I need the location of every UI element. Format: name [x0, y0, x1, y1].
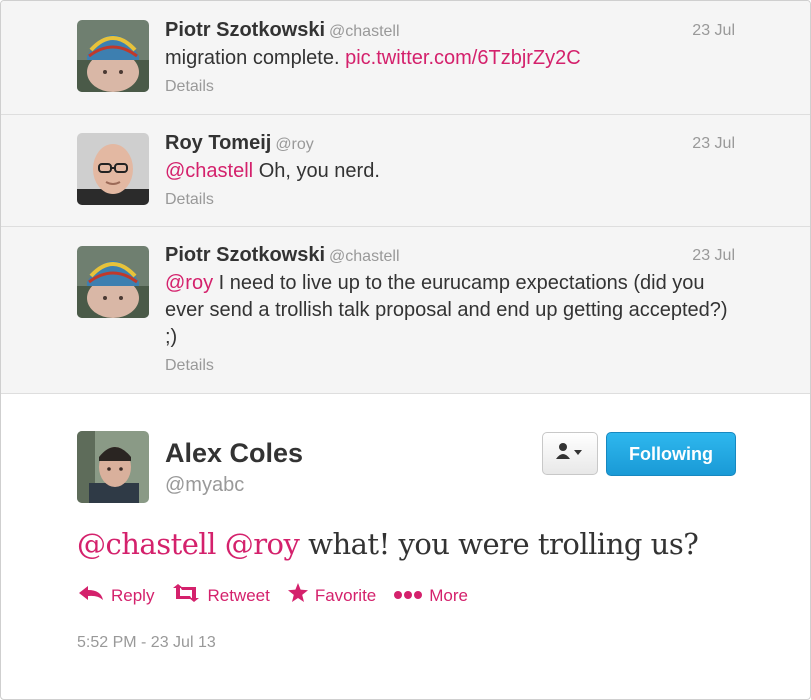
tweet-text: @roy I need to live up to the eurucamp e… [165, 270, 740, 351]
tweet-item[interactable]: Roy Tomeij @roy 23 Jul @chastell Oh, you … [1, 115, 810, 227]
mention-link[interactable]: @chastell [77, 527, 216, 561]
tweet-author[interactable]: Roy Tomeij @roy [165, 132, 314, 155]
tweet-body: migration complete. [165, 47, 340, 69]
author-handle[interactable]: @roy [275, 136, 313, 153]
conversation-panel: Piotr Szotkowski @chastell 23 Jul migrati… [0, 0, 811, 700]
details-link[interactable]: Details [165, 78, 214, 96]
user-menu-icon [555, 442, 585, 465]
main-author-handle[interactable]: @myabc [165, 474, 244, 497]
retweet-button[interactable]: Retweet [171, 584, 270, 607]
retweet-icon [171, 584, 207, 607]
details-link[interactable]: Details [165, 357, 214, 375]
tweet-author[interactable]: Piotr Szotkowski @chastell [165, 19, 400, 42]
main-tweet-text: @chastell @roy what! you were trolling u… [77, 527, 699, 561]
tweet-date[interactable]: 23 Jul [692, 247, 735, 265]
tweet-text: migration complete. pic.twitter.com/6Tzb… [165, 45, 740, 72]
reply-label: Reply [111, 585, 155, 605]
tweet-date[interactable]: 23 Jul [692, 22, 735, 40]
following-button[interactable]: Following [606, 432, 736, 476]
favorite-label: Favorite [314, 585, 377, 605]
tweet-timestamp[interactable]: 5:52 PM - 23 Jul 13 [77, 634, 216, 652]
tweet-actions: Reply Retweet Favorite More [77, 583, 485, 608]
tweet-author[interactable]: Piotr Szotkowski @chastell [165, 244, 400, 267]
tweet-text: @chastell Oh, you nerd. [165, 158, 740, 185]
favorite-icon [287, 583, 315, 608]
author-name[interactable]: Piotr Szotkowski [165, 19, 325, 41]
details-link[interactable]: Details [165, 191, 214, 209]
tweet-item[interactable]: Piotr Szotkowski @chastell 23 Jul migrati… [1, 1, 810, 115]
mention-link[interactable]: @chastell [165, 160, 253, 182]
favorite-button[interactable]: Favorite [287, 583, 376, 608]
tweet-body: I need to live up to the eurucamp expect… [165, 272, 728, 348]
main-author-name[interactable]: Alex Coles [165, 438, 303, 469]
reply-button[interactable]: Reply [77, 584, 154, 607]
media-link[interactable]: pic.twitter.com/6TzbjrZy2C [345, 47, 581, 69]
author-name[interactable]: Roy Tomeij [165, 132, 271, 154]
avatar[interactable] [77, 246, 149, 318]
mention-link[interactable]: @roy [225, 527, 300, 561]
author-handle[interactable]: @chastell [329, 23, 400, 40]
tweet-date[interactable]: 23 Jul [692, 135, 735, 153]
tweet-body: Oh, you nerd. [258, 160, 380, 182]
reply-icon [77, 584, 111, 607]
retweet-label: Retweet [207, 585, 270, 605]
avatar[interactable] [77, 20, 149, 92]
more-button[interactable]: More [393, 586, 468, 606]
main-tweet-body: what! you were trolling us? [308, 527, 699, 561]
more-label: More [429, 585, 468, 605]
tweet-item[interactable]: Piotr Szotkowski @chastell 23 Jul @roy I … [1, 227, 810, 394]
avatar[interactable] [77, 133, 149, 205]
main-avatar[interactable] [77, 431, 149, 503]
author-handle[interactable]: @chastell [329, 248, 400, 265]
author-name[interactable]: Piotr Szotkowski [165, 244, 325, 266]
more-icon [393, 586, 429, 606]
user-menu-button[interactable] [542, 432, 598, 475]
mention-link[interactable]: @roy [165, 272, 213, 294]
